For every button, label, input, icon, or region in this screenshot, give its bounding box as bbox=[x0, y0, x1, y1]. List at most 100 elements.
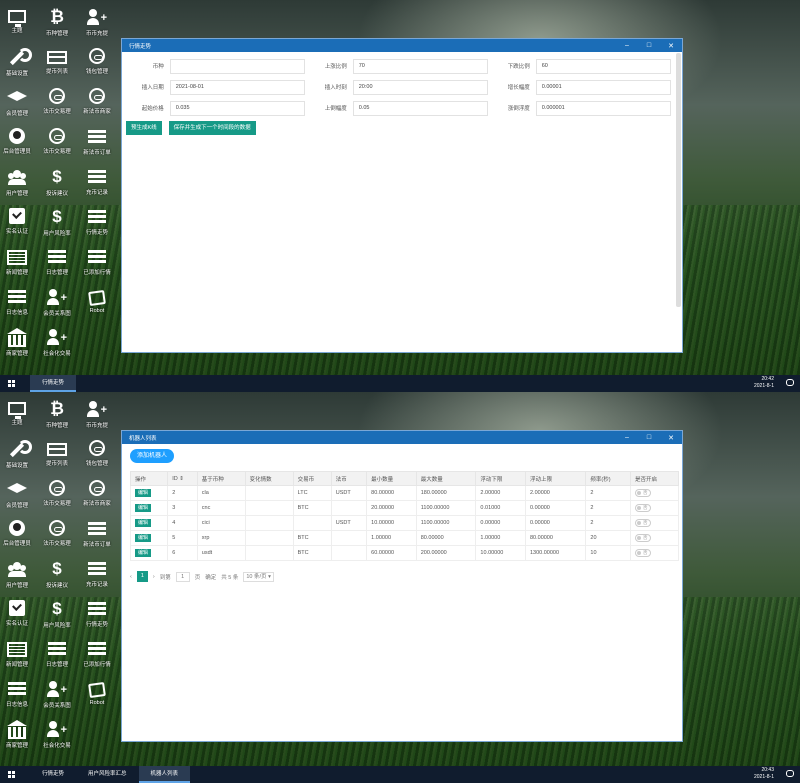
desktop-icon[interactable]: 基础设置 bbox=[0, 440, 37, 469]
desktop-icon[interactable]: 实名认证 bbox=[0, 208, 37, 235]
desktop-icon[interactable]: Robot bbox=[77, 680, 117, 706]
desktop-icon[interactable]: 已添加行情 bbox=[77, 248, 117, 276]
desktop-icon[interactable]: ₿ 币种管理 bbox=[37, 8, 77, 38]
enabled-toggle[interactable]: 否 bbox=[635, 549, 652, 557]
edit-button[interactable]: 编辑 bbox=[135, 504, 152, 512]
desktop-icon[interactable]: 行情走势 bbox=[77, 208, 117, 236]
desktop-icon[interactable]: 提币列表 bbox=[37, 48, 77, 75]
per-page-select[interactable]: 10 条/页 ▾ bbox=[243, 571, 274, 582]
pregenerate-kline-button[interactable]: 预生成K线 bbox=[126, 121, 162, 135]
desktop-icon[interactable]: 法币交易理 bbox=[37, 88, 77, 115]
desktop-icon[interactable]: 日志信息 bbox=[0, 680, 37, 708]
rise-ratio-input[interactable]: 70 bbox=[352, 58, 488, 74]
enabled-toggle[interactable]: 否 bbox=[635, 489, 652, 497]
desktop-icon[interactable]: 后台管理员 bbox=[0, 128, 37, 155]
desktop-icon[interactable]: ₿ 币种管理 bbox=[37, 400, 77, 430]
float-range-input[interactable]: 0.000001 bbox=[535, 100, 671, 116]
notification-icon[interactable] bbox=[786, 379, 794, 386]
save-generate-next-button[interactable]: 保存并生成下一个时间段的数据 bbox=[168, 121, 256, 135]
enabled-toggle[interactable]: 否 bbox=[635, 519, 652, 527]
start-price-input[interactable]: 0.035 bbox=[169, 100, 305, 116]
task-user-risk[interactable]: 用户风险率汇总 bbox=[76, 766, 139, 783]
currency-input[interactable] bbox=[169, 58, 305, 74]
fall-ratio-input[interactable]: 60 bbox=[535, 58, 671, 74]
desktop-icon[interactable]: 基础设置 bbox=[0, 48, 37, 77]
desktop-icon[interactable]: $ 投诉建议 bbox=[37, 168, 77, 198]
desktop-icon[interactable]: 法币交易理 bbox=[37, 128, 77, 155]
desktop-icon[interactable]: $ 用户风险率 bbox=[37, 208, 77, 238]
desktop-icon[interactable]: + 会员关系图 bbox=[37, 680, 77, 709]
prev-page-button[interactable]: ‹ bbox=[130, 574, 132, 580]
desktop-icon[interactable]: 实名认证 bbox=[0, 600, 37, 627]
list-icon bbox=[88, 130, 106, 145]
start-windows-icon[interactable] bbox=[0, 375, 30, 392]
enabled-toggle[interactable]: 否 bbox=[635, 504, 652, 512]
desktop-icon[interactable]: $ 用户风险率 bbox=[37, 600, 77, 630]
desktop-icon[interactable]: 新法币订单 bbox=[77, 128, 117, 156]
growth-input[interactable]: 0.00001 bbox=[535, 79, 671, 95]
desktop-icon[interactable]: 日志管理 bbox=[37, 640, 77, 668]
desktop-icon[interactable]: 用户管理 bbox=[0, 560, 37, 589]
close-icon[interactable]: ✕ bbox=[660, 42, 682, 50]
notification-icon[interactable] bbox=[786, 770, 794, 777]
insert-date-input[interactable]: 2021-08-01 bbox=[169, 79, 305, 95]
desktop-icon[interactable]: 新法币订单 bbox=[77, 520, 117, 548]
desktop-icon[interactable]: + 社会化交易 bbox=[37, 328, 77, 357]
desktop-icon[interactable]: 法币交易理 bbox=[37, 520, 77, 547]
desktop-icon[interactable]: 主题 bbox=[0, 8, 37, 34]
edit-button[interactable]: 编辑 bbox=[135, 489, 152, 497]
desktop-icon[interactable]: 新闻管理 bbox=[0, 640, 37, 668]
edit-button[interactable]: 编辑 bbox=[135, 519, 152, 527]
edit-button[interactable]: 编辑 bbox=[135, 549, 152, 557]
desktop-icon[interactable]: + 币币充提 bbox=[77, 400, 117, 429]
desktop-icon[interactable]: 充币记录 bbox=[77, 168, 117, 196]
window-titlebar[interactable]: 机器人列表 – □ ✕ bbox=[122, 431, 682, 444]
goto-page-input[interactable]: 1 bbox=[175, 571, 190, 582]
desktop-icon[interactable]: 钱包管理 bbox=[77, 48, 117, 75]
scrollbar[interactable] bbox=[676, 53, 681, 307]
desktop-icon[interactable]: 主题 bbox=[0, 400, 37, 426]
desktop-icon[interactable]: 会员管理 bbox=[0, 88, 37, 117]
start-windows-icon[interactable] bbox=[0, 766, 30, 783]
maximize-icon[interactable]: □ bbox=[638, 434, 660, 441]
window-titlebar[interactable]: 行情走势 – □ ✕ bbox=[122, 39, 682, 52]
next-page-button[interactable]: › bbox=[153, 574, 155, 580]
desktop-icon[interactable]: 已添加行情 bbox=[77, 640, 117, 668]
desktop-icon[interactable]: 商家管理 bbox=[0, 328, 37, 357]
column-header[interactable]: ID ⇕ bbox=[167, 471, 198, 486]
task-robot-list[interactable]: 机器人列表 bbox=[138, 766, 191, 783]
table-cell: cnc bbox=[196, 500, 246, 516]
desktop-icon[interactable]: 后台管理员 bbox=[0, 520, 37, 547]
insert-time-input[interactable]: 20:00 bbox=[352, 79, 488, 95]
minimize-icon[interactable]: – bbox=[616, 434, 638, 441]
desktop-icon[interactable]: 新法币商家 bbox=[77, 88, 117, 115]
minimize-icon[interactable]: – bbox=[616, 42, 638, 49]
desktop-icon[interactable]: 日志信息 bbox=[0, 288, 37, 316]
desktop-icon[interactable]: $ 投诉建议 bbox=[37, 560, 77, 590]
desktop-icon[interactable]: + 社会化交易 bbox=[37, 720, 77, 749]
desktop-icon[interactable]: 提币列表 bbox=[37, 440, 77, 467]
desktop-icon[interactable]: 新闻管理 bbox=[0, 248, 37, 276]
desktop-icon[interactable]: 商家管理 bbox=[0, 720, 37, 749]
desktop-icon[interactable]: 行情走势 bbox=[77, 600, 117, 628]
goto-confirm-button[interactable]: 确定 bbox=[205, 573, 216, 581]
task-market-trend[interactable]: 行情走势 bbox=[30, 375, 77, 392]
close-icon[interactable]: ✕ bbox=[660, 434, 682, 442]
maximize-icon[interactable]: □ bbox=[638, 42, 660, 49]
desktop-icon[interactable]: 充币记录 bbox=[77, 560, 117, 588]
desktop-icon[interactable]: 日志管理 bbox=[37, 248, 77, 276]
task-market-trend[interactable]: 行情走势 bbox=[30, 766, 76, 783]
desktop-icon[interactable]: + 会员关系图 bbox=[37, 288, 77, 317]
desktop-icon[interactable]: 用户管理 bbox=[0, 168, 37, 197]
desktop-icon[interactable]: Robot bbox=[77, 288, 117, 314]
add-robot-button[interactable]: 添加机器人 bbox=[130, 449, 175, 463]
desktop-icon[interactable]: + 币币充提 bbox=[77, 8, 117, 37]
upper-range-input[interactable]: 0.05 bbox=[352, 100, 488, 116]
desktop-icon[interactable]: 新法币商家 bbox=[77, 480, 117, 507]
edit-button[interactable]: 编辑 bbox=[135, 534, 152, 542]
desktop-icon[interactable]: 法币交易理 bbox=[37, 480, 77, 507]
current-page[interactable]: 1 bbox=[136, 571, 148, 582]
enabled-toggle[interactable]: 否 bbox=[635, 534, 652, 542]
desktop-icon[interactable]: 钱包管理 bbox=[77, 440, 117, 467]
desktop-icon[interactable]: 会员管理 bbox=[0, 480, 37, 509]
